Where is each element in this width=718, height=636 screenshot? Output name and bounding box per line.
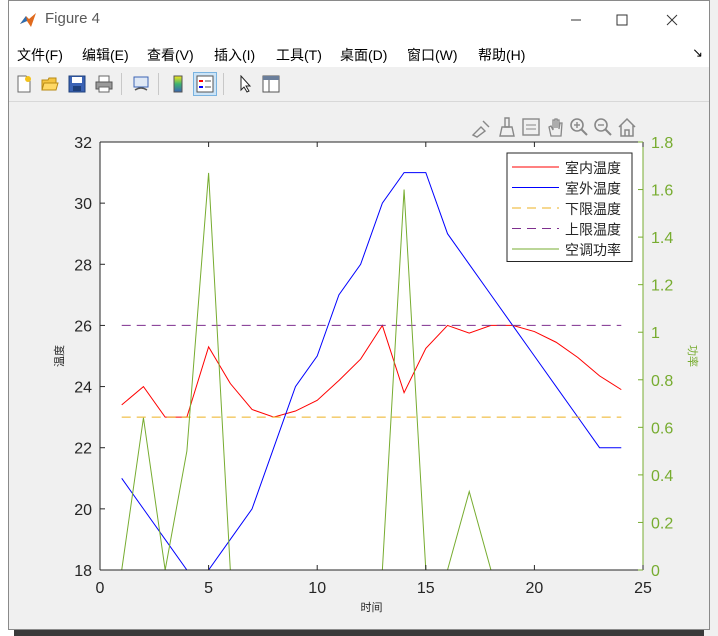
y-left-tick-label: 30 (74, 196, 92, 213)
x-tick-label: 5 (204, 580, 213, 597)
y-left-tick-label: 20 (74, 502, 92, 519)
legend-label-2: 下限温度 (565, 201, 621, 217)
legend-label-3: 上限温度 (565, 222, 621, 238)
y-right-axis-label: 功率 (686, 345, 700, 367)
y-left-tick-label: 24 (74, 380, 92, 397)
legend-label-0: 室内温度 (565, 160, 621, 176)
legend-label-4: 空调功率 (565, 242, 621, 258)
legend-label-1: 室外温度 (565, 181, 621, 197)
y-right-tick-label: 0.2 (651, 515, 673, 532)
y-right-tick-label: 1.8 (651, 135, 673, 152)
chart: 0 5 10 15 20 25 18 20 22 24 26 28 30 32 0 0.2 0.4 0.6 0.8 1… (52, 135, 700, 614)
y-left-tick-label: 18 (74, 563, 92, 580)
y-right-tick-label: 0.8 (651, 373, 673, 390)
x-tick-label: 20 (526, 580, 544, 597)
y-right-tick-label: 0 (651, 563, 660, 580)
x-tick-label: 10 (308, 580, 326, 597)
y-left-axis-label: 温度 (52, 345, 66, 367)
y-right-tick-label: 1 (651, 325, 660, 342)
y-left-tick-label: 28 (74, 257, 92, 274)
y-right-tick-label: 0.4 (651, 468, 673, 485)
y-right-tick-label: 1.6 (651, 183, 673, 200)
x-axis-label: 时间 (361, 601, 383, 614)
y-right-tick-label: 0.6 (651, 420, 673, 437)
y-right-tick-label: 1.4 (651, 230, 673, 247)
x-tick-label: 0 (96, 580, 105, 597)
figure-window: Figure 4 文件(F) 编辑(E) 查看(V) 插入(I) 工具(T) 桌… (8, 0, 710, 630)
x-tick-label: 25 (634, 580, 652, 597)
x-tick-label: 15 (417, 580, 435, 597)
y-left-tick-label: 22 (74, 441, 92, 458)
y-left-tick-label: 32 (74, 135, 92, 152)
y-left-tick-label: 26 (74, 318, 92, 335)
y-right-tick-label: 1.2 (651, 278, 673, 295)
